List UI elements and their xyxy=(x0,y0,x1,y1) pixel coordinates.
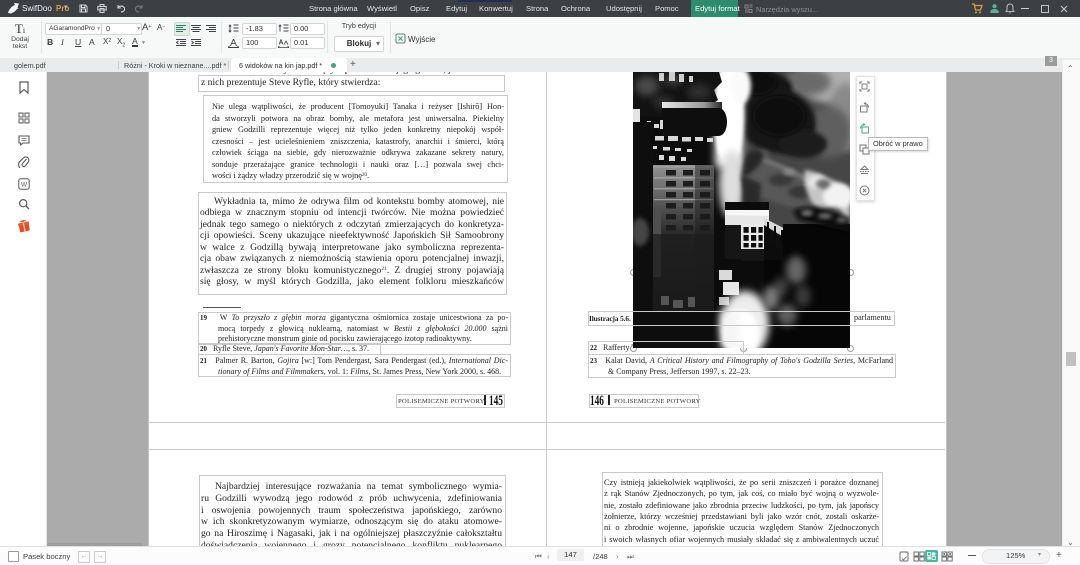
svg-text:W: W xyxy=(21,182,28,189)
